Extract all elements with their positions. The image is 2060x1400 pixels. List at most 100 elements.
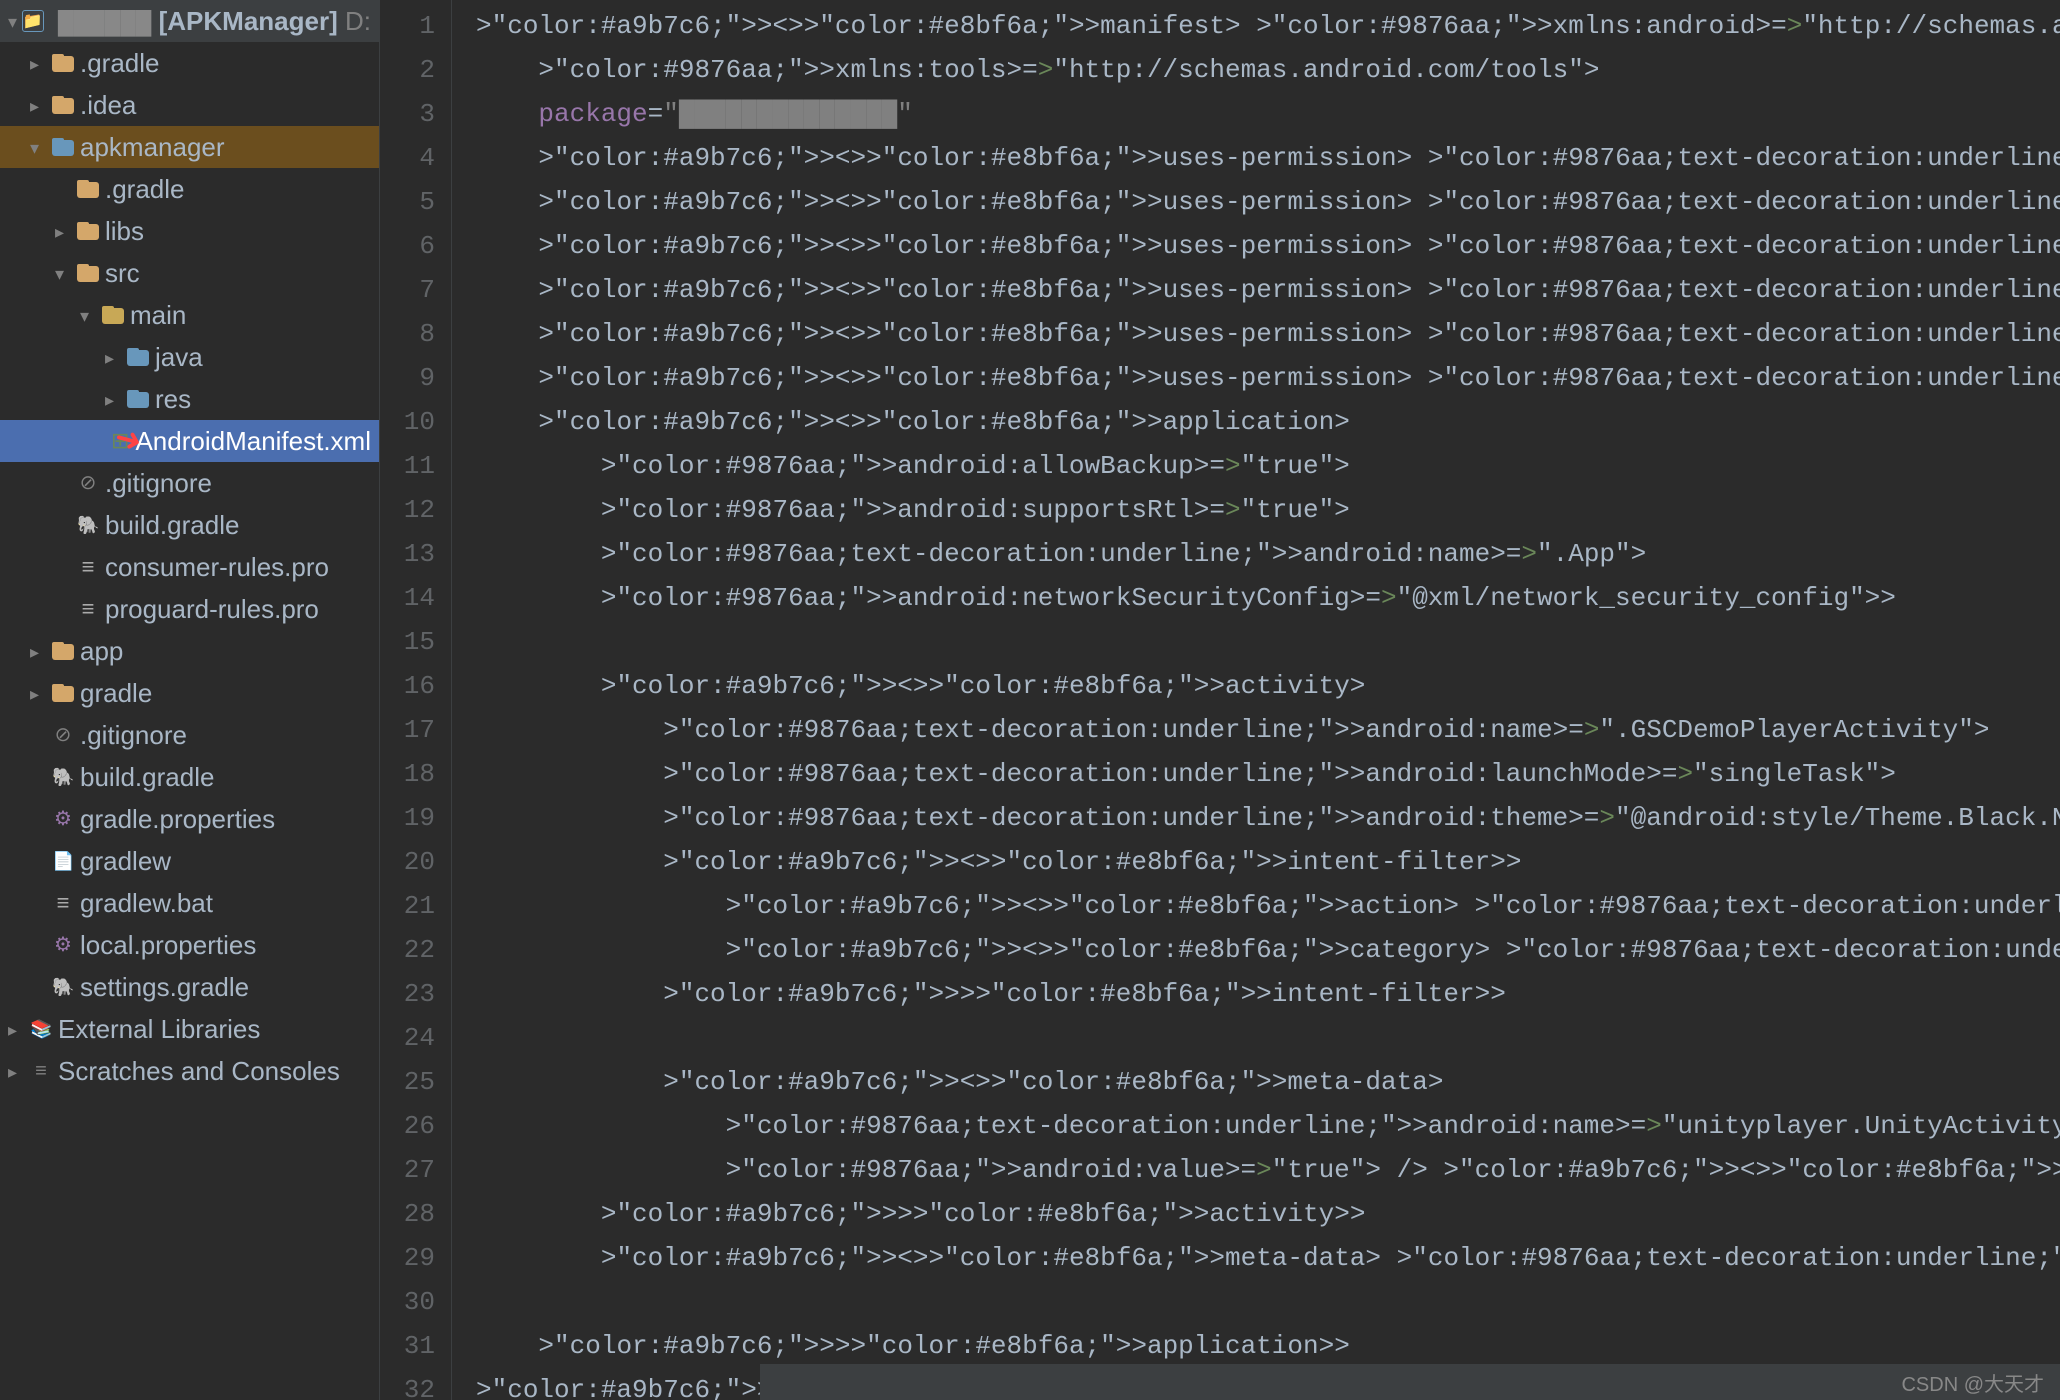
tree-label-gradlew-bat: gradlew.bat — [80, 888, 213, 919]
tree-icon-gradle-properties: ⚙ — [52, 809, 74, 829]
code-line-15 — [476, 620, 2060, 664]
tree-icon-local-properties: ⚙ — [52, 935, 74, 955]
code-line-13: >"color:#9876aa;text-decoration:underlin… — [476, 532, 2060, 576]
code-line-10: >"color:#a9b7c6;">><>>"color:#e8bf6a;">>… — [476, 400, 2060, 444]
tree-arrow-root — [8, 12, 18, 30]
tree-icon-idea — [52, 96, 74, 114]
tree-item-androidmanifest[interactable]: ⊞AndroidManifest.xml➜ — [0, 420, 379, 462]
code-line-6: >"color:#a9b7c6;">><>>"color:#e8bf6a;">>… — [476, 224, 2060, 268]
tree-arrow-idea — [30, 96, 48, 114]
tree-label-gradle-properties: gradle.properties — [80, 804, 275, 835]
code-line-8: >"color:#a9b7c6;">><>>"color:#e8bf6a;">>… — [476, 312, 2060, 356]
line-number-20: 20 — [380, 840, 435, 884]
line-number-18: 18 — [380, 752, 435, 796]
line-number-11: 11 — [380, 444, 435, 488]
line-number-5: 5 — [380, 180, 435, 224]
tree-arrow-gradle — [30, 684, 48, 702]
tree-item-apkmanager[interactable]: apkmanager — [0, 126, 379, 168]
tree-item-apkmanager-gradle[interactable]: .gradle — [0, 168, 379, 210]
tree-icon-gitignore-root: ⊘ — [52, 725, 74, 745]
line-number-4: 4 — [380, 136, 435, 180]
tree-label-gitignore-apk: .gitignore — [105, 468, 212, 499]
code-editor: 1234567891011121314151617181920212223242… — [380, 0, 2060, 1400]
line-number-31: 31 — [380, 1324, 435, 1368]
tree-icon-build-gradle-apk: 🐘 — [77, 515, 99, 535]
tree-icon-gitignore-apk: ⊘ — [77, 473, 99, 493]
tree-item-res[interactable]: res — [0, 378, 379, 420]
code-line-1: >"color:#a9b7c6;">><>>"color:#e8bf6a;">>… — [476, 4, 2060, 48]
code-line-11: >"color:#9876aa;">>android:allowBackup>=… — [476, 444, 2060, 488]
tree-label-src: src — [105, 258, 140, 289]
tree-label-settings-gradle: settings.gradle — [80, 972, 249, 1003]
tree-label-idea: .idea — [80, 90, 136, 121]
tree-item-settings-gradle[interactable]: 🐘settings.gradle — [0, 966, 379, 1008]
tree-label-local-properties: local.properties — [80, 930, 256, 961]
tree-label-app: app — [80, 636, 123, 667]
tree-item-gradlew[interactable]: 📄gradlew — [0, 840, 379, 882]
tree-label-build-gradle-apk: build.gradle — [105, 510, 239, 541]
code-line-23: >"color:#a9b7c6;">>>>"color:#e8bf6a;">>i… — [476, 972, 2060, 1016]
line-number-23: 23 — [380, 972, 435, 1016]
tree-item-scratches[interactable]: ≡Scratches and Consoles — [0, 1050, 379, 1092]
tree-arrow-res — [105, 390, 123, 408]
line-number-15: 15 — [380, 620, 435, 664]
line-number-22: 22 — [380, 928, 435, 972]
code-line-18: >"color:#9876aa;text-decoration:underlin… — [476, 752, 2060, 796]
code-area: 1234567891011121314151617181920212223242… — [380, 0, 2060, 1400]
tree-label-gradle: gradle — [80, 678, 152, 709]
tree-item-app[interactable]: app — [0, 630, 379, 672]
tree-item-local-properties[interactable]: ⚙ local.properties — [0, 924, 379, 966]
line-number-2: 2 — [380, 48, 435, 92]
line-number-12: 12 — [380, 488, 435, 532]
code-line-21: >"color:#a9b7c6;">><>>"color:#e8bf6a;">>… — [476, 884, 2060, 928]
code-line-30 — [476, 1280, 2060, 1324]
code-content: >"color:#a9b7c6;">><>>"color:#e8bf6a;">>… — [452, 0, 2060, 1400]
tree-item-libs[interactable]: libs — [0, 210, 379, 252]
line-number-10: 10 — [380, 400, 435, 444]
line-number-14: 14 — [380, 576, 435, 620]
tree-item-gradlew-bat[interactable]: ≡gradlew.bat — [0, 882, 379, 924]
line-number-9: 9 — [380, 356, 435, 400]
tree-item-gitignore-apk[interactable]: ⊘ .gitignore — [0, 462, 379, 504]
tree-item-gradle[interactable]: gradle — [0, 672, 379, 714]
line-number-30: 30 — [380, 1280, 435, 1324]
tree-item-root[interactable]: 📁██████ [APKManager] D: — [0, 0, 379, 42]
line-number-27: 27 — [380, 1148, 435, 1192]
code-line-4: >"color:#a9b7c6;">><>>"color:#e8bf6a;">>… — [476, 136, 2060, 180]
code-line-24 — [476, 1016, 2060, 1060]
tree-item-consumer-rules[interactable]: ≡ consumer-rules.pro — [0, 546, 379, 588]
tree-label-external-libraries: External Libraries — [58, 1014, 260, 1045]
tree-item-main[interactable]: main — [0, 294, 379, 336]
tree-label-main: main — [130, 300, 186, 331]
code-line-29: >"color:#a9b7c6;">><>>"color:#e8bf6a;">>… — [476, 1236, 2060, 1280]
tree-icon-consumer-rules: ≡ — [77, 557, 99, 577]
status-bar: CSDN @大天才 — [760, 1364, 2060, 1400]
tree-label-androidmanifest: AndroidManifest.xml — [135, 426, 371, 457]
code-line-2: >"color:#9876aa;">>xmlns:tools>=>"http:/… — [476, 48, 2060, 92]
tree-item-java[interactable]: java — [0, 336, 379, 378]
tree-item-gradle-properties[interactable]: ⚙ gradle.properties — [0, 798, 379, 840]
tree-icon-apkmanager-gradle — [77, 180, 99, 198]
line-number-16: 16 — [380, 664, 435, 708]
tree-item-gitignore-root[interactable]: ⊘.gitignore — [0, 714, 379, 756]
tree-item-build-gradle-root[interactable]: 🐘build.gradle — [0, 756, 379, 798]
line-number-24: 24 — [380, 1016, 435, 1060]
tree-item-proguard-rules[interactable]: ≡proguard-rules.pro — [0, 588, 379, 630]
line-number-1: 1 — [380, 4, 435, 48]
tree-item-src[interactable]: src — [0, 252, 379, 294]
tree-icon-gradlew: 📄 — [52, 851, 74, 871]
tree-item-build-gradle-apk[interactable]: 🐘 build.gradle — [0, 504, 379, 546]
tree-arrow-apkmanager — [30, 138, 48, 156]
code-line-28: >"color:#a9b7c6;">>>>"color:#e8bf6a;">>a… — [476, 1192, 2060, 1236]
tree-label-build-gradle-root: build.gradle — [80, 762, 214, 793]
tree-label-consumer-rules: consumer-rules.pro — [105, 552, 329, 583]
tree-arrow-src — [55, 264, 73, 282]
tree-item-external-libraries[interactable]: 📚External Libraries — [0, 1008, 379, 1050]
tree-item-idea[interactable]: .idea — [0, 84, 379, 126]
line-number-13: 13 — [380, 532, 435, 576]
code-line-17: >"color:#9876aa;text-decoration:underlin… — [476, 708, 2060, 752]
line-number-28: 28 — [380, 1192, 435, 1236]
tree-item-gradle-root[interactable]: .gradle — [0, 42, 379, 84]
tree-label-proguard-rules: proguard-rules.pro — [105, 594, 319, 625]
tree-label-scratches: Scratches and Consoles — [58, 1056, 340, 1087]
